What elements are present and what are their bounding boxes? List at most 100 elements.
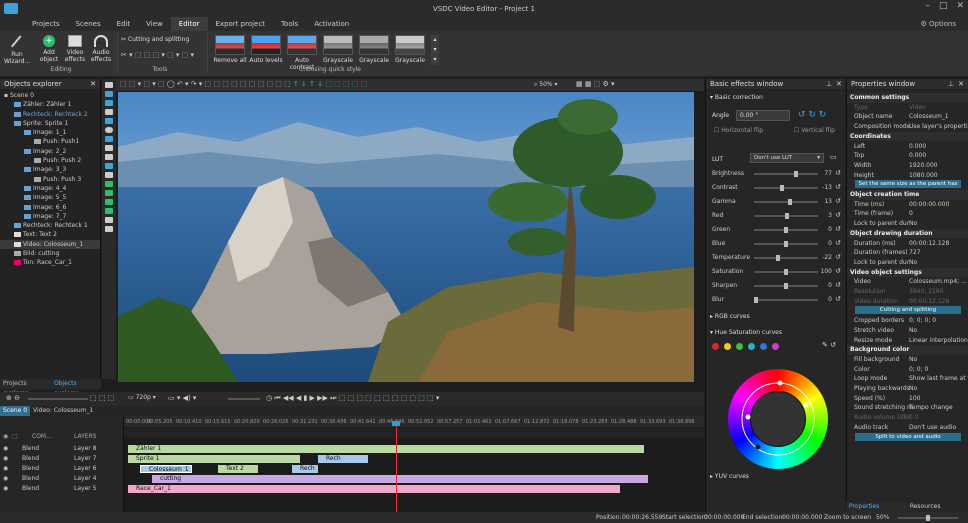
video-preview[interactable] xyxy=(118,92,694,382)
eyedropper-icon[interactable]: ✎ ↺ xyxy=(822,341,836,349)
hue-saturation-wheel[interactable] xyxy=(728,369,828,469)
property-section[interactable]: Video object settings xyxy=(847,267,968,278)
property-row[interactable]: Color 0; 0; 0 xyxy=(847,365,968,375)
folder-icon[interactable]: ▭ xyxy=(830,153,837,161)
tree-item[interactable]: Push: Push 2 xyxy=(0,156,100,165)
property-row[interactable]: Stretch video No xyxy=(847,326,968,336)
canvas-tools[interactable]: ⬚ ⬚ ▾ ⬚ ▾ ⬚ ◯ ↶ ▾ ↷ ▾ ⬚ ⬚ ⬚ ⬚ ⬚ ⬚ ⬚ ⬚ ⬚ … xyxy=(120,80,367,88)
property-row[interactable]: Loop mode Show last frame at the e... xyxy=(847,374,968,384)
reset-icon[interactable]: ↺ xyxy=(835,253,841,261)
property-value[interactable]: No xyxy=(909,384,917,394)
eye-icon[interactable]: ◉ xyxy=(3,474,8,484)
property-section[interactable]: Common settings xyxy=(847,93,968,103)
rectangle-tool-icon[interactable] xyxy=(105,136,113,142)
view-buttons[interactable]: ⬚ ⬚ ⬚ xyxy=(90,394,114,402)
property-value[interactable]: Colosseum.mp4; ... xyxy=(909,277,967,287)
tab-projects[interactable]: Projects xyxy=(24,17,68,31)
zoom-to-screen-button[interactable]: Zoom to screen xyxy=(824,514,871,521)
image-tool-icon[interactable] xyxy=(105,118,113,124)
tab-activation[interactable]: Activation xyxy=(306,17,357,31)
property-row[interactable]: Sound stretching m Tempo change xyxy=(847,403,968,413)
zoom-in-out-buttons[interactable]: ⊕ ⊖ xyxy=(6,394,20,402)
tab-view[interactable]: View xyxy=(138,17,171,31)
tree-item[interactable]: Image: 1_1 xyxy=(0,128,100,137)
reset-icon[interactable]: ↺ xyxy=(835,295,841,303)
reset-icon[interactable]: ↺ xyxy=(835,239,841,247)
property-value[interactable]: Tempo change xyxy=(909,403,953,413)
property-section[interactable]: Object drawing duration xyxy=(847,228,968,239)
property-row[interactable]: Width 1920.000 xyxy=(847,161,968,171)
style-auto-contrast-thumb[interactable] xyxy=(287,35,317,55)
clip-rech-1[interactable]: Rech xyxy=(318,455,368,463)
property-value[interactable]: Colosseum_1 xyxy=(909,112,949,122)
property-button[interactable]: Split to video and audio xyxy=(855,432,961,441)
property-button[interactable]: Set the same size as the parent has xyxy=(855,180,961,189)
tab-scenes[interactable]: Scenes xyxy=(68,17,109,31)
pointer-tool-icon[interactable] xyxy=(105,82,113,88)
run-wizard-button[interactable]: Run Wizard... xyxy=(4,35,30,65)
lock-icon[interactable]: ⬚ xyxy=(12,432,18,442)
swatch[interactable] xyxy=(736,343,743,350)
property-row[interactable]: Left 0.000 xyxy=(847,142,968,152)
property-value[interactable]: Use layer's properties xyxy=(909,122,968,132)
pin-icon[interactable]: ⊥ xyxy=(826,79,832,90)
cutting-splitting-button[interactable]: ✂ Cutting and splitting xyxy=(121,36,189,43)
property-row[interactable]: Time (frame) 0 xyxy=(847,209,968,219)
property-value[interactable]: 0.000 xyxy=(909,151,926,161)
property-row[interactable]: Duration (frames) 727 xyxy=(847,248,968,258)
property-row[interactable]: Height 1080.000 xyxy=(847,171,968,181)
horizontal-flip-checkbox[interactable]: ☐ Horizontal flip xyxy=(714,127,763,134)
red-slider[interactable]: Red 3 ↺ xyxy=(706,209,846,223)
hand-tool-icon[interactable] xyxy=(105,226,113,232)
basic-correction-section[interactable]: ▾ Basic correction xyxy=(710,94,763,101)
yuv-curves-section[interactable]: ▸ YUV curves xyxy=(710,473,749,480)
styles-scroll[interactable]: ▴ ▾ ▾ xyxy=(431,35,439,65)
ellipse-tool-icon[interactable] xyxy=(105,127,113,133)
tree-item[interactable]: Ton: Race_Car_1 xyxy=(0,258,100,267)
audio-tool-icon[interactable] xyxy=(105,100,113,106)
close-icon[interactable]: ✕ xyxy=(90,79,96,90)
sharpen-slider[interactable]: Sharpen 0 ↺ xyxy=(706,279,846,293)
property-value[interactable]: Linear interpolation xyxy=(909,336,968,346)
rgb-curves-section[interactable]: ▸ RGB curves xyxy=(710,313,750,320)
green-slider[interactable]: Green 0 ↺ xyxy=(706,223,846,237)
gamma-slider[interactable]: Gamma 13 ↺ xyxy=(706,195,846,209)
property-section[interactable]: Object creation time xyxy=(847,190,968,200)
property-row[interactable]: Lock to parent dur No xyxy=(847,219,968,229)
property-value[interactable]: 0.0 xyxy=(909,413,919,423)
timeline-zoom-slider[interactable] xyxy=(28,398,88,400)
layer-row[interactable]: ◉ Blend Layer 8 xyxy=(0,444,124,454)
property-value[interactable]: No xyxy=(909,258,917,268)
chart-tool-icon[interactable] xyxy=(105,154,113,160)
property-section[interactable]: Coordinates xyxy=(847,131,968,142)
swatch[interactable] xyxy=(760,343,767,350)
clip-colosseum[interactable]: Colosseum_1 xyxy=(140,465,192,473)
tree-item[interactable]: Push: Push1 xyxy=(0,137,100,146)
tree-item[interactable]: Push: Push 3 xyxy=(0,175,100,184)
style-grayscale-thumb-1[interactable] xyxy=(323,35,353,55)
volume-slider[interactable] xyxy=(228,398,260,400)
zoom-select[interactable]: ⌕ 50% ▾ xyxy=(534,81,558,89)
tab-scene-0[interactable]: Scene 0 xyxy=(0,406,31,416)
clip-sprite[interactable]: Sprite 1 xyxy=(128,455,300,463)
property-value[interactable]: 1080.000 xyxy=(909,171,938,181)
reset-icon[interactable]: ↺ xyxy=(835,267,841,275)
reset-icon[interactable]: ↺ xyxy=(835,197,841,205)
rotate-icons[interactable]: ↺ ↻ ↻ xyxy=(798,110,826,120)
tab-projects-explorer[interactable]: Projects explorer xyxy=(0,379,51,397)
temperature-slider[interactable]: Temperature -22 ↺ xyxy=(706,251,846,265)
tree-item[interactable]: Image: 4_4 xyxy=(0,184,100,193)
counter-tool-icon[interactable] xyxy=(105,190,113,196)
canvas-view-tools[interactable]: ▦ ▦ ⬚ ⚙ ▾ xyxy=(576,80,615,88)
property-section[interactable]: Background color xyxy=(847,345,968,355)
property-row[interactable]: Composition mode Use layer's properties xyxy=(847,122,968,132)
lut-select[interactable]: Don't use LUT ▾ xyxy=(750,153,824,163)
property-row[interactable]: Resolution 3840; 2160 xyxy=(847,287,968,297)
property-value[interactable]: No xyxy=(909,326,917,336)
zoom-slider[interactable] xyxy=(898,515,958,521)
tree-item[interactable]: Image: 3_3 xyxy=(0,165,100,174)
property-value[interactable]: 3840; 2160 xyxy=(909,287,943,297)
reset-icon[interactable]: ↺ xyxy=(835,225,841,233)
tree-item[interactable]: Image: 2_2 xyxy=(0,147,100,156)
swatch[interactable] xyxy=(712,343,719,350)
